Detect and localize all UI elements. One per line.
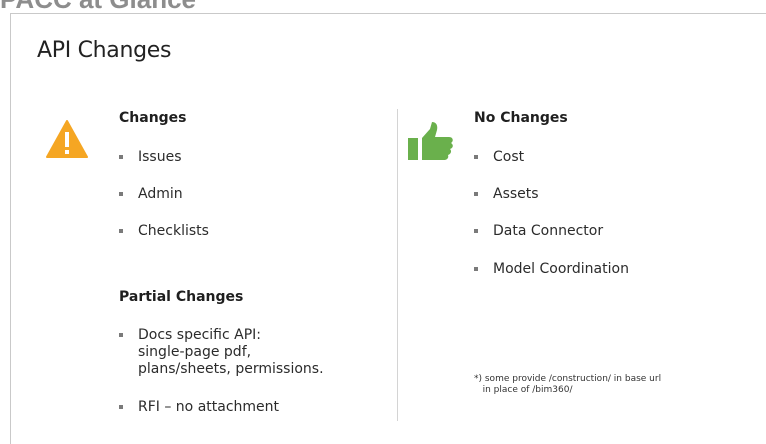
slide-title: API Changes <box>37 38 172 63</box>
no-changes-heading: No Changes <box>474 110 568 126</box>
thumbs-up-icon <box>407 121 457 167</box>
column-divider <box>397 109 398 421</box>
footnote: *) some provide /construction/ in base u… <box>474 374 662 395</box>
partial-changes-heading: Partial Changes <box>119 289 244 305</box>
slide: API Changes Changes Issues Admin Checkli… <box>10 13 766 444</box>
changes-heading: Changes <box>119 110 187 126</box>
warning-icon <box>45 119 89 163</box>
